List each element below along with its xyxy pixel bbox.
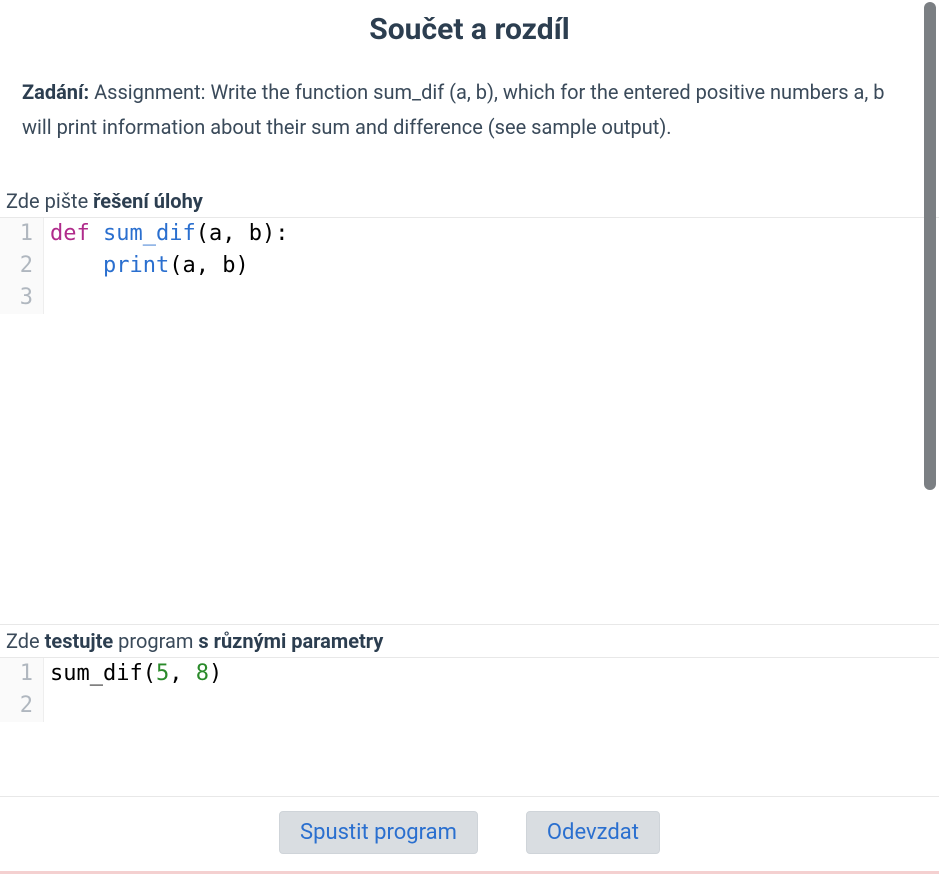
code-line[interactable]: 1def sum_dif(a, b):	[0, 218, 939, 250]
code-line[interactable]: 2	[0, 690, 939, 722]
line-number: 2	[0, 250, 44, 282]
test-section-label: Zde testujte program s různými parametry	[0, 625, 939, 657]
solution-label-bold: řešení úlohy	[93, 189, 203, 213]
code-content[interactable]: def sum_dif(a, b):	[44, 218, 288, 250]
scrollbar-thumb[interactable]	[924, 2, 936, 490]
test-label-prefix: Zde	[6, 629, 45, 653]
line-number: 1	[0, 658, 44, 690]
solution-section-label: Zde pište řešení úlohy	[0, 185, 939, 217]
solution-editor[interactable]: 1def sum_dif(a, b):2 print(a, b)3	[0, 217, 939, 625]
code-content[interactable]: print(a, b)	[44, 250, 249, 282]
assignment-body: Assignment: Write the function sum_dif (…	[22, 80, 885, 139]
run-button[interactable]: Spustit program	[279, 811, 478, 854]
test-label-bold1: testujte	[45, 629, 114, 653]
solution-label-prefix: Zde pište	[6, 189, 93, 213]
exercise-panel: Součet a rozdíl Zadání: Assignment: Writ…	[0, 0, 939, 874]
solution-editor-lines[interactable]: 1def sum_dif(a, b):2 print(a, b)3	[0, 218, 939, 624]
test-label-bold2: s různými parametry	[198, 629, 383, 653]
code-line[interactable]: 3	[0, 282, 939, 314]
code-line[interactable]: 1sum_dif(5, 8)	[0, 658, 939, 690]
assignment-label: Zadání:	[22, 80, 89, 104]
line-number: 1	[0, 218, 44, 250]
button-bar: Spustit program Odevzdat	[0, 797, 939, 854]
test-editor[interactable]: 1sum_dif(5, 8)2	[0, 657, 939, 797]
page-title: Součet a rozdíl	[0, 0, 939, 75]
line-number: 3	[0, 282, 44, 314]
code-line[interactable]: 2 print(a, b)	[0, 250, 939, 282]
test-label-mid: program	[113, 629, 198, 653]
test-editor-lines[interactable]: 1sum_dif(5, 8)2	[0, 658, 939, 796]
line-number: 2	[0, 690, 44, 722]
assignment-text: Zadání: Assignment: Write the function s…	[0, 75, 939, 185]
code-content[interactable]: sum_dif(5, 8)	[44, 658, 222, 690]
submit-button[interactable]: Odevzdat	[526, 811, 660, 854]
